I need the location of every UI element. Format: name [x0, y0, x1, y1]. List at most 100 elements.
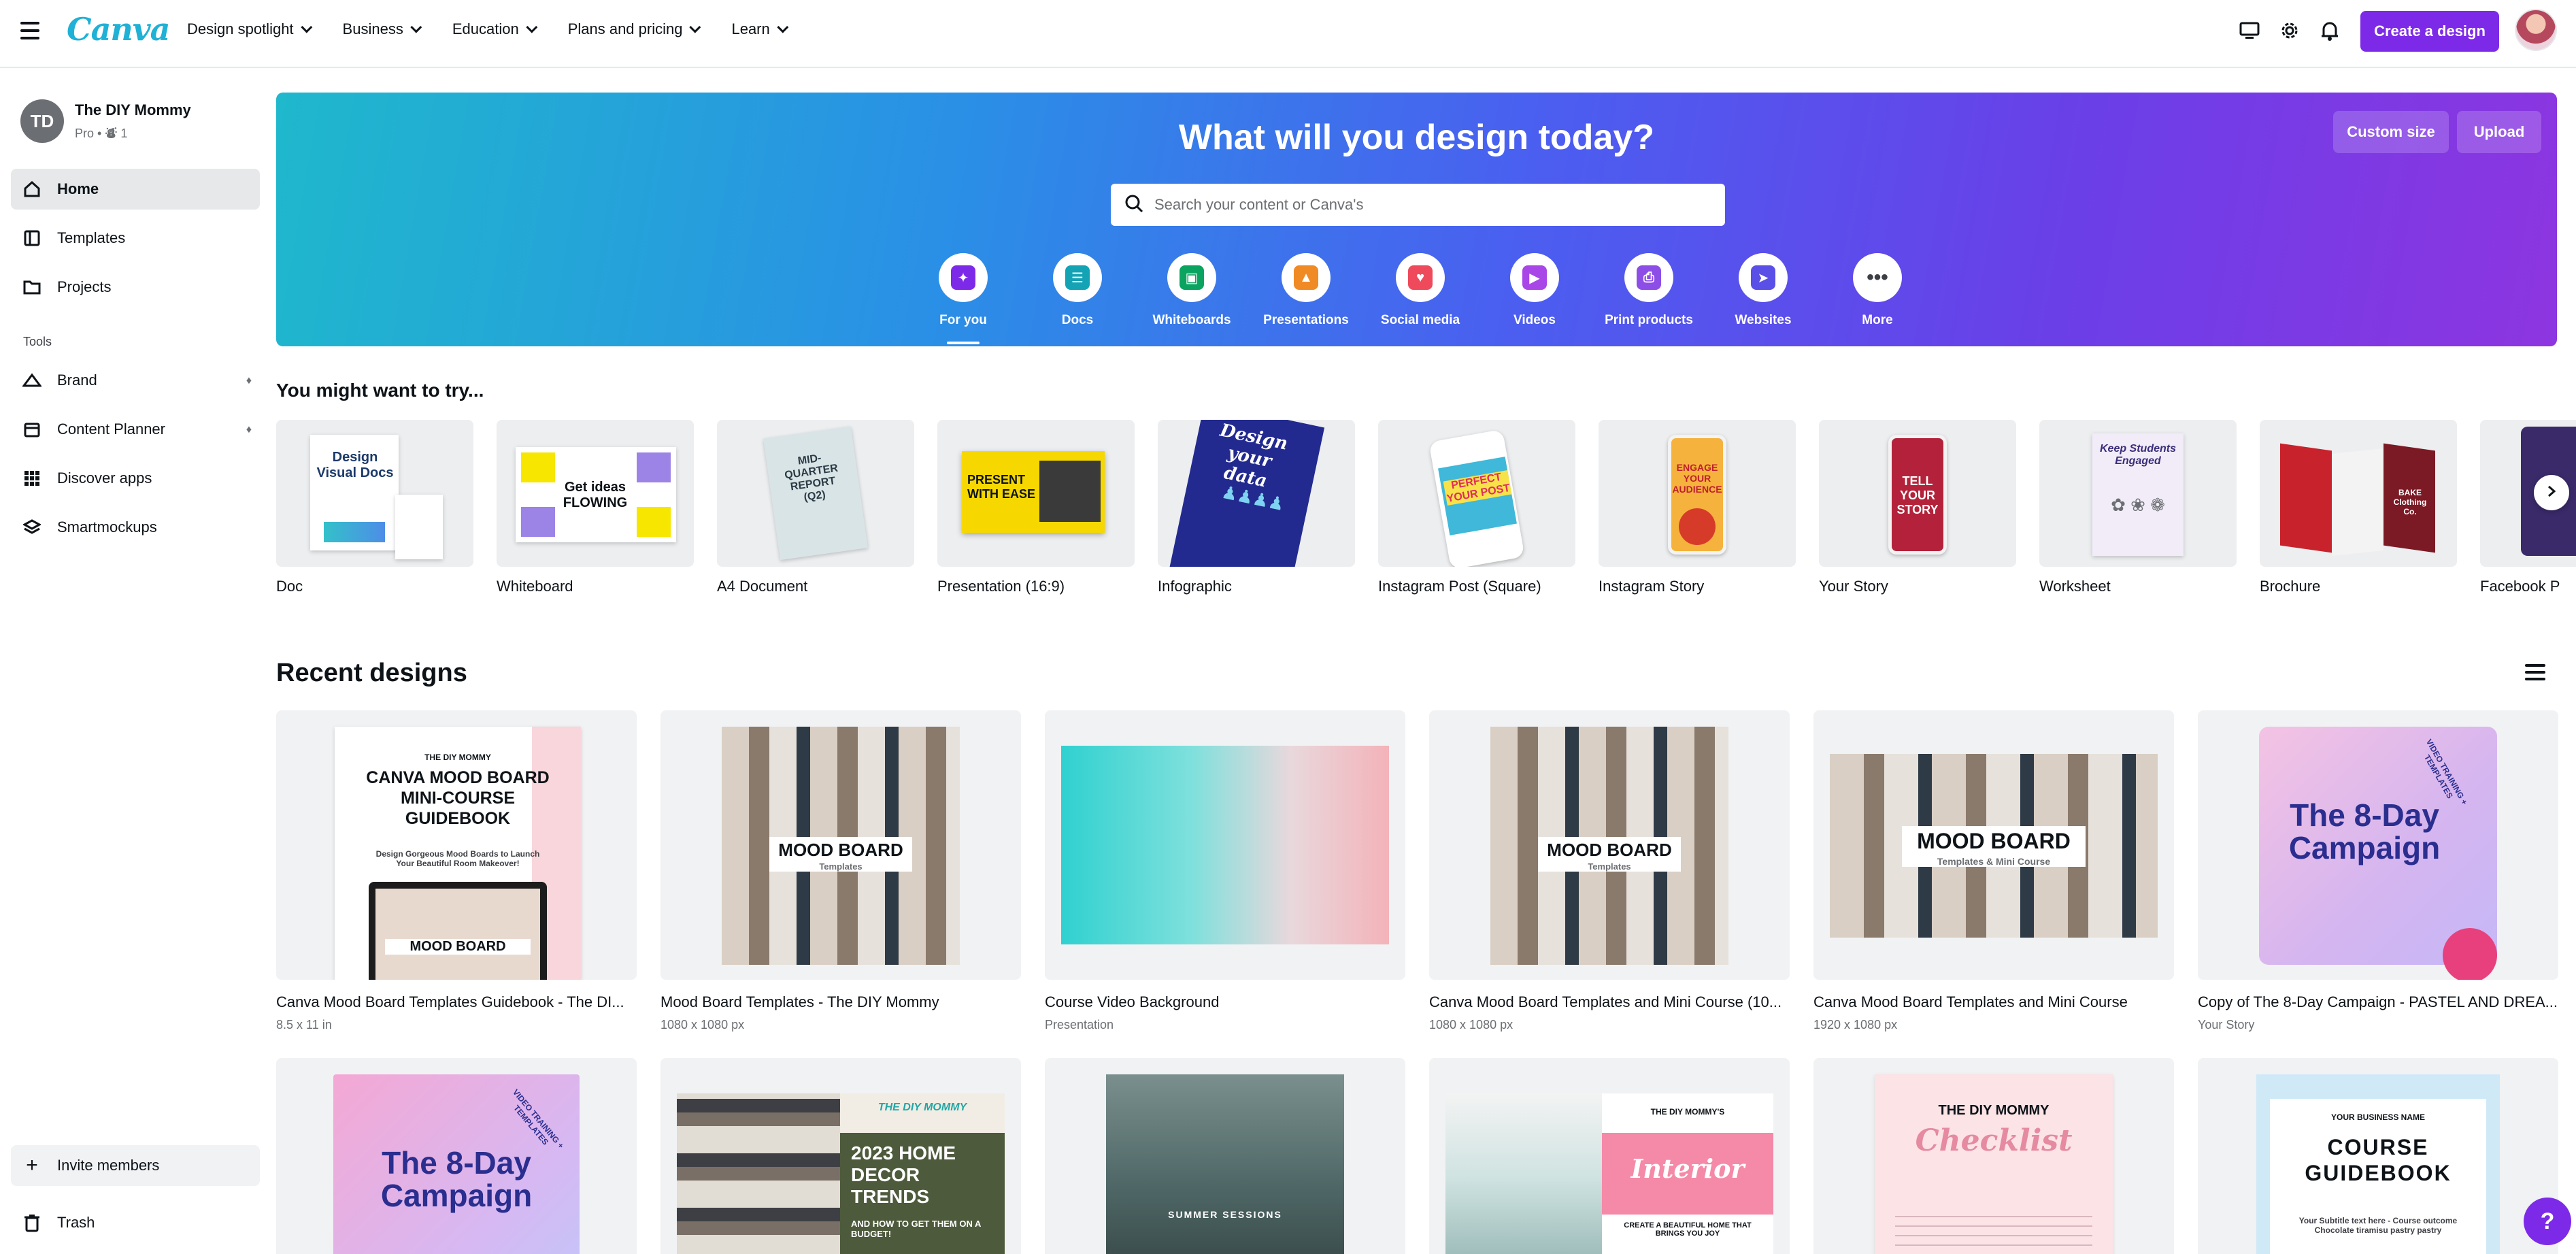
summer-preview: [1106, 1074, 1344, 1254]
chevron-down-icon: [300, 21, 312, 33]
photo-block: [1039, 461, 1101, 522]
try-card-worksheet[interactable]: Keep Students Engaged ✿ ❀ ❁ Worksheet: [2039, 420, 2237, 595]
nav-plans-pricing[interactable]: Plans and pricing: [568, 20, 701, 38]
category-social-media[interactable]: ♥ Social media: [1366, 253, 1475, 328]
try-thumb: PRESENT WITH EASE: [937, 420, 1135, 567]
nav-business[interactable]: Business: [343, 20, 422, 38]
try-card-your-story[interactable]: TELL YOUR STORY Your Story: [1819, 420, 2016, 595]
design-card[interactable]: YOUR BUSINESS NAME COURSE GUIDEBOOK Your…: [2198, 1058, 2558, 1254]
create-design-button[interactable]: Create a design: [2360, 11, 2499, 52]
category-videos[interactable]: ▶ Videos: [1480, 253, 1589, 328]
thumb-text: Templates: [769, 861, 912, 872]
thumb-text: COURSE GUIDEBOOK: [2305, 1135, 2452, 1185]
sidebar-item-discover-apps[interactable]: Discover apps: [11, 458, 260, 499]
category-presentations[interactable]: ▲ Presentations: [1252, 253, 1360, 328]
design-card[interactable]: THE DIY MOMMY CANVA MOOD BOARD MINI-COUR…: [276, 710, 637, 1032]
list-view-icon[interactable]: [2525, 664, 2545, 683]
design-card[interactable]: THE DIY MOMMY Checklist: [1813, 1058, 2174, 1254]
canva-logo[interactable]: Canva: [67, 11, 170, 48]
thumb-text: THE DIY MOMMY'S: [1650, 1107, 1725, 1117]
menu-icon[interactable]: [20, 22, 39, 39]
design-card[interactable]: THE DIY MOMMY 2023 HOME DECOR TRENDS AND…: [660, 1058, 1021, 1254]
printer-icon: ⎙: [1637, 265, 1661, 290]
design-thumb: MOOD BOARD Templates & Mini Course: [1813, 710, 2174, 980]
notifications-bell-icon[interactable]: [2318, 19, 2341, 42]
category-circle: ☰: [1053, 253, 1102, 302]
thumb-text: TELL YOUR STORY: [1896, 474, 1939, 516]
sidebar-item-content-planner[interactable]: Content Planner ♦: [11, 409, 260, 450]
category-print-products[interactable]: ⎙ Print products: [1594, 253, 1703, 328]
category-circle: ⎙: [1624, 253, 1673, 302]
nav-learn[interactable]: Learn: [731, 20, 789, 38]
design-card[interactable]: Course Video Background Presentation: [1045, 710, 1405, 1032]
try-card-a4-document[interactable]: MID-QUARTER REPORT (Q2) A4 Document: [717, 420, 914, 595]
try-thumb: Keep Students Engaged ✿ ❀ ❁: [2039, 420, 2237, 567]
category-more[interactable]: ••• More: [1823, 253, 1932, 328]
home-icon: [22, 179, 42, 199]
category-label: Whiteboards: [1152, 313, 1231, 327]
thumb-text: Interior: [1630, 1153, 1745, 1184]
settings-gear-icon[interactable]: [2278, 19, 2301, 42]
category-docs[interactable]: ☰ Docs: [1023, 253, 1132, 328]
thumb-text: MOOD BOARD: [1538, 837, 1681, 863]
sidebar-item-home[interactable]: Home: [11, 169, 260, 210]
sidebar-item-smartmockups[interactable]: Smartmockups: [11, 507, 260, 548]
try-card-whiteboard[interactable]: Get ideas FLOWING Whiteboard: [497, 420, 694, 595]
category-websites[interactable]: ➤ Websites: [1709, 253, 1818, 328]
team-avatar: TD: [20, 99, 64, 143]
design-thumb: THE DIY MOMMY CANVA MOOD BOARD MINI-COUR…: [276, 710, 637, 980]
kitchen-photo: [1445, 1093, 1602, 1254]
category-label: Social media: [1380, 313, 1460, 327]
try-card-doc[interactable]: Design Visual Docs Doc: [276, 420, 473, 595]
nav-design-spotlight[interactable]: Design spotlight: [187, 20, 312, 38]
try-card-presentation[interactable]: PRESENT WITH EASE Presentation (16:9): [937, 420, 1135, 595]
design-card[interactable]: MOOD BOARD Templates Mood Board Template…: [660, 710, 1021, 1032]
try-card-infographic[interactable]: Design your data ♟♟♟♟ Infographic: [1158, 420, 1355, 595]
checklist-lines: [1895, 1208, 2092, 1254]
search-icon: [1124, 194, 1143, 216]
design-thumb: SUMMER SESSIONS: [1045, 1058, 1405, 1254]
help-button[interactable]: ?: [2524, 1198, 2571, 1245]
nav-education[interactable]: Education: [452, 20, 538, 38]
category-label: Print products: [1605, 313, 1693, 327]
brochure-panel: [2280, 443, 2332, 553]
sidebar-item-trash[interactable]: Trash: [11, 1202, 260, 1243]
design-card[interactable]: SUMMER SESSIONS: [1045, 1058, 1405, 1254]
category-for-you[interactable]: ✦ For you: [909, 253, 1018, 344]
try-thumb: BAKE Clothing Co.: [2260, 420, 2457, 567]
sidebar-item-brand[interactable]: Brand ♦: [11, 360, 260, 401]
design-card[interactable]: MOOD BOARD Templates & Mini Course Canva…: [1813, 710, 2174, 1032]
design-card[interactable]: The 8-Day Campaign VIDEO TRAINING + TEMP…: [2198, 710, 2558, 1032]
try-thumb: Get ideas FLOWING: [497, 420, 694, 567]
heart-icon: ♥: [1408, 265, 1433, 290]
try-card-facebook[interactable]: Facebook P: [2480, 420, 2576, 595]
design-card[interactable]: MOOD BOARD Templates Canva Mood Board Te…: [1429, 710, 1790, 1032]
sidebar-label: Home: [57, 180, 99, 197]
sidebar-item-projects[interactable]: Projects: [11, 267, 260, 308]
desktop-app-icon[interactable]: [2238, 19, 2261, 42]
try-card-instagram-story[interactable]: ENGAGE YOUR AUDIENCE Instagram Story: [1599, 420, 1796, 595]
brochure-panel: [2332, 448, 2383, 556]
doc-preview-small: [395, 495, 443, 559]
design-card[interactable]: The 8-Day Campaign VIDEO TRAINING + TEMP…: [276, 1058, 637, 1254]
category-circle: ✦: [939, 253, 988, 302]
search-input[interactable]: [1154, 196, 1699, 214]
try-section-title: You might want to try...: [276, 380, 484, 401]
scroll-right-button[interactable]: [2534, 475, 2569, 510]
sidebar-item-templates[interactable]: Templates: [11, 218, 260, 259]
design-thumb: YOUR BUSINESS NAME COURSE GUIDEBOOK Your…: [2198, 1058, 2558, 1254]
try-card-brochure[interactable]: BAKE Clothing Co. Brochure: [2260, 420, 2457, 595]
search-bar[interactable]: [1111, 184, 1725, 226]
cursor-icon: ➤: [1751, 265, 1775, 290]
team-switcher[interactable]: TD The DIY Mommy Pro • ⛇ 1: [20, 99, 191, 143]
try-card-instagram-post[interactable]: PERFECT YOUR POST Instagram Post (Square…: [1378, 420, 1575, 595]
design-card[interactable]: THE DIY MOMMY'S Interior CREATE A BEAUTI…: [1429, 1058, 1790, 1254]
category-whiteboards[interactable]: ▣ Whiteboards: [1137, 253, 1246, 328]
thumb-text: ENGAGE YOUR AUDIENCE: [1672, 462, 1722, 495]
user-avatar[interactable]: [2515, 9, 2557, 51]
invite-members-button[interactable]: + Invite members: [11, 1145, 260, 1186]
active-tab-indicator: [947, 342, 980, 344]
upload-button[interactable]: Upload: [2457, 111, 2541, 153]
custom-size-button[interactable]: Custom size: [2333, 111, 2449, 153]
thumb-text: MID-QUARTER REPORT (Q2): [784, 452, 839, 504]
